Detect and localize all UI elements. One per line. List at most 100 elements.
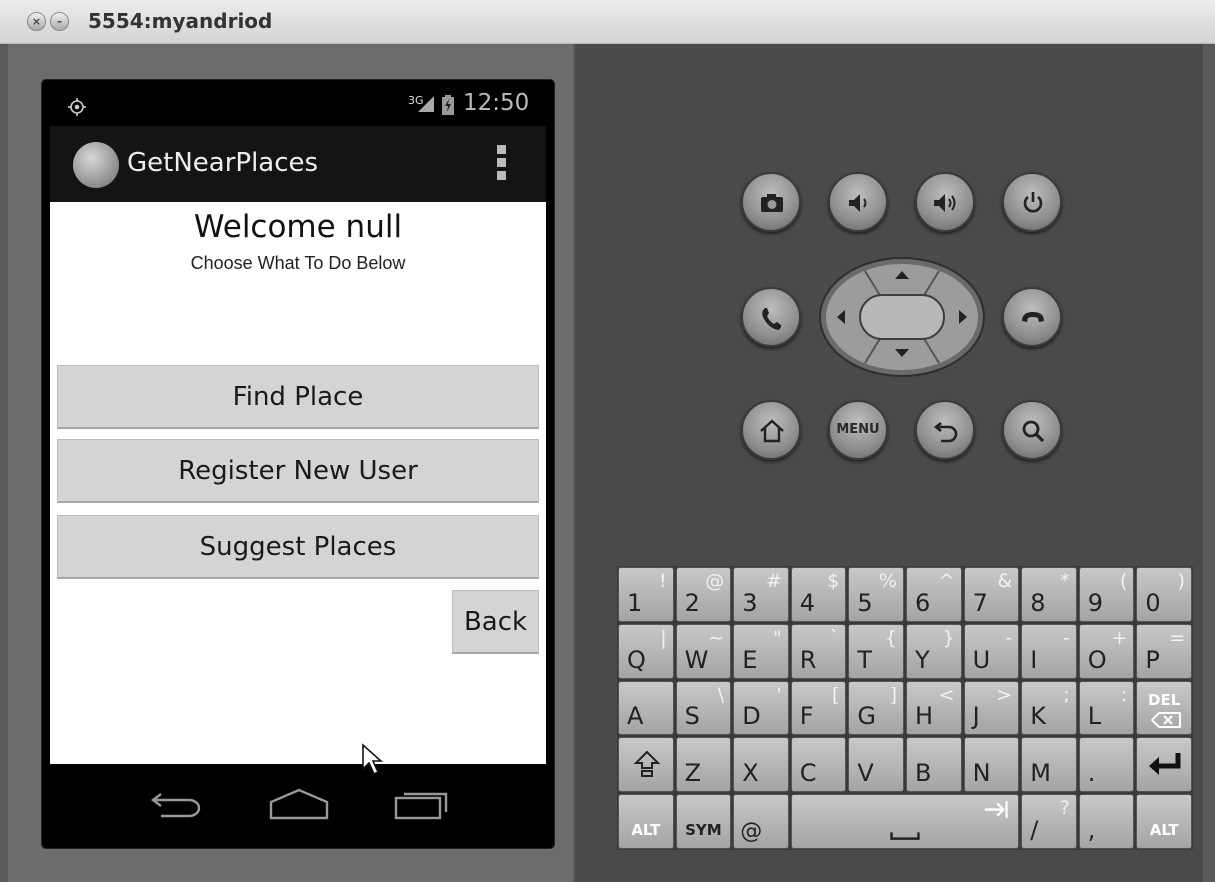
key-alt-label: ~ [708, 626, 725, 649]
register-new-user-button[interactable]: Register New User [57, 439, 539, 503]
key-label: J [972, 702, 980, 731]
key-row1-3[interactable]: 4 $ [790, 567, 847, 622]
key-alt-label: # [765, 570, 782, 592]
shift-key[interactable] [618, 737, 674, 793]
alt-left-key[interactable]: ALT [618, 794, 674, 849]
nav-back-icon[interactable] [147, 786, 203, 822]
key-row2-2[interactable]: E " [733, 623, 789, 679]
key-row1-7[interactable]: 8 * [1021, 567, 1077, 622]
key-row4-2[interactable]: C [790, 737, 847, 793]
end-call-icon [1022, 312, 1044, 322]
nav-recents-icon[interactable] [394, 786, 452, 822]
enter-key[interactable] [1136, 737, 1192, 793]
key-label: N [972, 759, 991, 788]
key-row2-6[interactable]: U- [963, 623, 1020, 679]
key-row1-9[interactable]: 0) [1136, 567, 1192, 622]
key-label: B [915, 759, 932, 788]
app-title: GetNearPlaces [127, 148, 319, 178]
key-row3-1[interactable]: S \ [675, 680, 732, 736]
minimize-icon: – [56, 15, 63, 28]
key-alt-label: - [1062, 626, 1070, 649]
nav-home-icon[interactable] [269, 786, 329, 822]
overflow-menu-icon[interactable] [497, 145, 507, 183]
key-row2-4[interactable]: T{ [848, 623, 904, 679]
key-label: . [1087, 759, 1096, 788]
minimize-window-button[interactable]: – [50, 12, 69, 31]
action-bar: GetNearPlaces [50, 126, 546, 202]
find-place-button[interactable]: Find Place [57, 365, 539, 429]
key-alt-label: & [997, 570, 1013, 592]
signal-icon [418, 96, 434, 112]
key-row1-8[interactable]: 9( [1078, 567, 1135, 622]
call-button[interactable] [741, 287, 801, 347]
key-label: Z [684, 759, 702, 788]
key-label: I [1030, 645, 1038, 674]
key-row1-4[interactable]: 5% [848, 567, 904, 622]
end-call-button[interactable] [1002, 287, 1062, 347]
key-alt-label: + [1111, 626, 1128, 649]
key-row4-3[interactable]: V [848, 737, 904, 793]
window-title: 5554:myandriod [88, 9, 273, 33]
key-row2-3[interactable]: R ` [790, 623, 847, 679]
key-row1-6[interactable]: 7 & [963, 567, 1020, 622]
key-row3-2[interactable]: D ' [733, 680, 789, 736]
key-row3-3[interactable]: F[ [790, 680, 847, 736]
key-row4-0[interactable]: Z [675, 737, 732, 793]
comma-key[interactable]: , [1078, 794, 1135, 849]
key-row3-6[interactable]: J > [963, 680, 1020, 736]
key-label: 3 [742, 588, 758, 617]
key-row2-8[interactable]: O + [1078, 623, 1135, 679]
welcome-heading: Welcome null [193, 209, 403, 245]
key-row4-6[interactable]: M [1021, 737, 1077, 793]
key-row3-0[interactable]: A [618, 680, 674, 736]
key-row1-5[interactable]: 6 ^ [906, 567, 962, 622]
sym-key[interactable]: SYM [675, 794, 732, 849]
back-button[interactable]: Back [452, 590, 539, 654]
key-alt-label: % [878, 570, 897, 592]
slash-key[interactable]: /? [1021, 794, 1077, 849]
navigation-bar [42, 764, 554, 848]
key-row3-4[interactable]: G] [848, 680, 904, 736]
camera-button[interactable] [741, 172, 801, 232]
home-button[interactable] [741, 400, 801, 460]
dpad-control[interactable] [819, 257, 985, 377]
delete-key[interactable]: DEL [1136, 680, 1192, 736]
alt-label: ALT [631, 821, 661, 840]
key-row1-0[interactable]: 1! [618, 567, 674, 622]
key-alt-label: @ [705, 570, 725, 592]
key-alt-label: ( [1119, 570, 1128, 592]
key-row3-7[interactable]: K; [1021, 680, 1077, 736]
at-key[interactable]: @ [733, 794, 789, 849]
key-row1-2[interactable]: 3 # [733, 567, 789, 622]
menu-button[interactable]: MENU [828, 400, 888, 460]
suggest-places-button[interactable]: Suggest Places [57, 515, 539, 579]
key-alt-label: ; [1063, 683, 1070, 706]
space-key[interactable] [790, 794, 1020, 849]
key-row4-7[interactable]: . [1078, 737, 1135, 793]
key-row3-8[interactable]: L: [1078, 680, 1135, 736]
key-label: / [1030, 815, 1039, 844]
key-alt-label: ! [658, 570, 667, 592]
key-label: U [972, 645, 991, 674]
search-button[interactable] [1002, 400, 1062, 460]
key-row4-1[interactable]: X [733, 737, 789, 793]
key-row2-1[interactable]: W ~ [675, 623, 732, 679]
volume-down-button[interactable] [828, 172, 888, 232]
key-row1-1[interactable]: 2 @ [675, 567, 732, 622]
key-row4-5[interactable]: N [963, 737, 1020, 793]
close-window-button[interactable]: × [27, 12, 46, 31]
key-row2-0[interactable]: Q | [618, 623, 674, 679]
alt-right-key[interactable]: ALT [1136, 794, 1192, 849]
key-row2-9[interactable]: P = [1136, 623, 1192, 679]
device-screen: 3G 12:50 GetNearPlaces Welcome null Choo… [41, 79, 555, 849]
key-row2-7[interactable]: I- [1021, 623, 1077, 679]
key-row4-4[interactable]: B [906, 737, 962, 793]
back-hardware-button[interactable] [915, 400, 975, 460]
key-label: 2 [684, 588, 700, 617]
volume-up-button[interactable] [915, 172, 975, 232]
key-row2-5[interactable]: Y} [906, 623, 962, 679]
power-icon [1023, 192, 1043, 213]
menu-label: MENU [836, 422, 880, 437]
key-row3-5[interactable]: H < [906, 680, 962, 736]
power-button[interactable] [1002, 172, 1062, 232]
